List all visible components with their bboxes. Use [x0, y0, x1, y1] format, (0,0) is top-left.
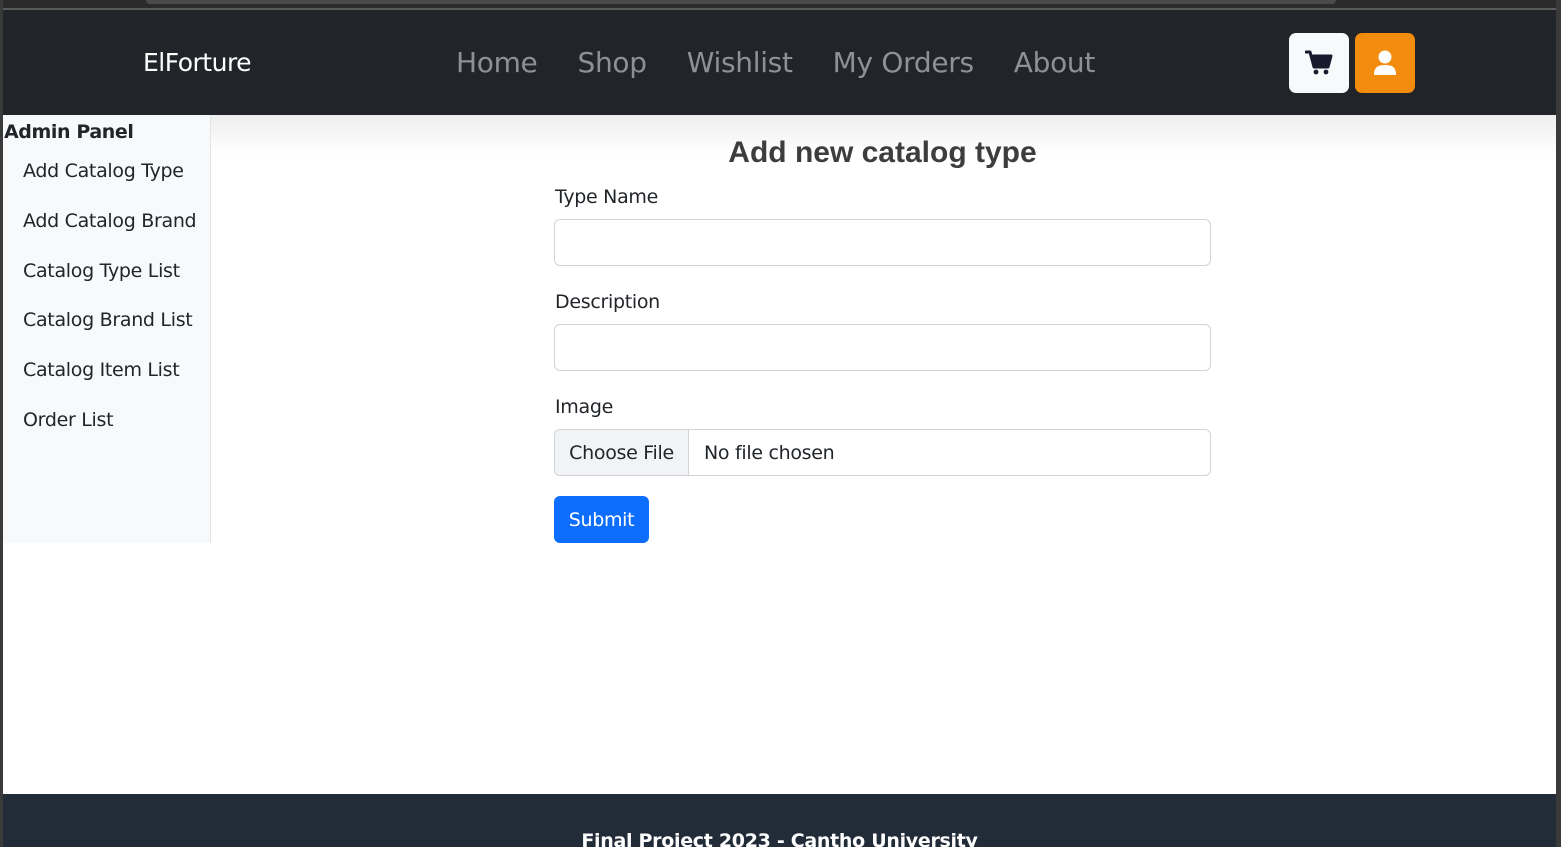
footer: Final Project 2023 - Cantho University — [3, 794, 1556, 847]
file-status-text: No file chosen — [704, 441, 835, 464]
cart-button[interactable] — [1289, 33, 1349, 93]
cart-icon — [1305, 50, 1333, 75]
admin-sidebar: Admin Panel Add Catalog Type Add Catalog… — [3, 115, 211, 543]
sidebar-menu: Add Catalog Type Add Catalog Brand Catal… — [23, 159, 197, 458]
nav-link-my-orders[interactable]: My Orders — [833, 46, 974, 79]
sidebar-item-catalog-item-list[interactable]: Catalog Item List — [23, 358, 196, 408]
app-window: ElForture Home Shop Wishlist My Orders A… — [3, 0, 1556, 847]
description-label: Description — [555, 291, 660, 313]
sidebar-item-catalog-brand-list[interactable]: Catalog Brand List — [23, 308, 196, 358]
sidebar-item-order-list[interactable]: Order List — [23, 408, 196, 458]
user-button[interactable] — [1355, 33, 1415, 93]
sidebar-item-catalog-type-list[interactable]: Catalog Type List — [23, 259, 196, 309]
navbar: ElForture Home Shop Wishlist My Orders A… — [3, 10, 1556, 115]
sidebar-item-add-catalog-type[interactable]: Add Catalog Type — [23, 159, 196, 209]
horizontal-scrollbar[interactable] — [146, 0, 1336, 4]
user-icon — [1374, 50, 1396, 75]
footer-text: Final Project 2023 - Cantho University — [581, 830, 978, 847]
brand-logo[interactable]: ElForture — [143, 48, 252, 77]
page-title: Add new catalog type — [728, 136, 1037, 169]
image-label: Image — [555, 396, 614, 418]
submit-button[interactable]: Submit — [554, 496, 649, 543]
sidebar-item-add-catalog-brand[interactable]: Add Catalog Brand — [23, 209, 197, 259]
main-nav: Home Shop Wishlist My Orders About — [456, 46, 1095, 79]
nav-link-wishlist[interactable]: Wishlist — [687, 46, 793, 79]
browser-edge — [3, 0, 1556, 10]
type-name-input[interactable] — [554, 219, 1211, 266]
nav-link-shop[interactable]: Shop — [578, 46, 648, 79]
description-input[interactable] — [554, 324, 1211, 371]
choose-file-button[interactable]: Choose File — [555, 430, 689, 475]
type-name-label: Type Name — [555, 186, 659, 208]
nav-link-about[interactable]: About — [1014, 46, 1096, 79]
image-file-input[interactable]: Choose File No file chosen — [554, 429, 1211, 476]
sidebar-title: Admin Panel — [4, 121, 134, 143]
nav-link-home[interactable]: Home — [456, 46, 538, 79]
